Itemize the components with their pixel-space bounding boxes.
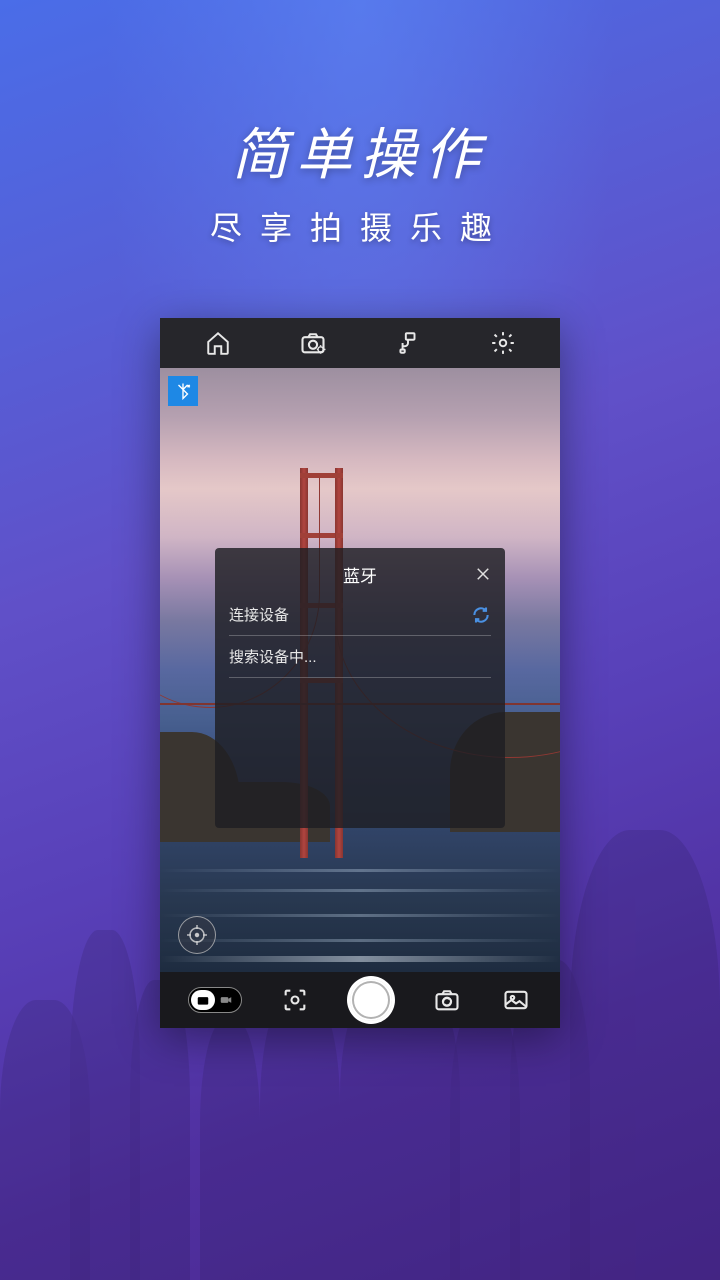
marketing-headline: 简单操作 尽享拍摄乐趣 <box>0 110 720 249</box>
headline-main: 简单操作 <box>0 110 720 191</box>
phone-screenshot: 蓝牙 连接设备 搜索设备中... <box>160 318 560 1028</box>
gallery-button[interactable] <box>500 984 532 1016</box>
photo-video-toggle[interactable] <box>188 987 242 1013</box>
settings-gear-icon <box>490 330 516 356</box>
top-toolbar <box>160 318 560 368</box>
modal-header: 蓝牙 <box>215 554 505 594</box>
camera-settings-button[interactable] <box>297 327 329 359</box>
shutter-button[interactable] <box>347 976 395 1024</box>
searching-row: 搜索设备中... <box>229 636 491 678</box>
gimbal-button[interactable] <box>392 327 424 359</box>
modal-title: 蓝牙 <box>343 562 377 587</box>
video-mode-icon <box>219 993 233 1007</box>
focus-frame-icon <box>281 986 309 1014</box>
refresh-button[interactable] <box>471 605 491 625</box>
bottom-toolbar <box>160 972 560 1028</box>
refresh-icon <box>471 605 491 625</box>
home-button[interactable] <box>202 327 234 359</box>
gimbal-icon <box>395 330 421 356</box>
camera-flip-icon <box>433 986 461 1014</box>
video-mode-inactive <box>215 993 237 1007</box>
focus-frame-button[interactable] <box>279 984 311 1016</box>
settings-button[interactable] <box>487 327 519 359</box>
camera-settings-icon <box>299 329 327 357</box>
modal-close-button[interactable] <box>471 562 495 586</box>
photo-mode-icon <box>196 993 210 1007</box>
camera-viewfinder[interactable]: 蓝牙 连接设备 搜索设备中... <box>160 368 560 972</box>
bluetooth-modal: 蓝牙 连接设备 搜索设备中... <box>215 548 505 828</box>
target-tracking-button[interactable] <box>178 916 216 954</box>
home-icon <box>205 330 231 356</box>
bluetooth-status-badge[interactable] <box>168 376 198 406</box>
searching-label: 搜索设备中... <box>229 646 317 667</box>
connect-device-label: 连接设备 <box>229 604 289 625</box>
crosshair-target-icon <box>185 923 209 947</box>
camera-flip-button[interactable] <box>431 984 463 1016</box>
close-icon <box>474 565 492 583</box>
gallery-icon <box>502 986 530 1014</box>
photo-mode-active <box>191 990 215 1010</box>
bluetooth-off-icon <box>174 382 192 400</box>
headline-sub: 尽享拍摄乐趣 <box>0 203 720 249</box>
connect-device-row[interactable]: 连接设备 <box>229 594 491 636</box>
